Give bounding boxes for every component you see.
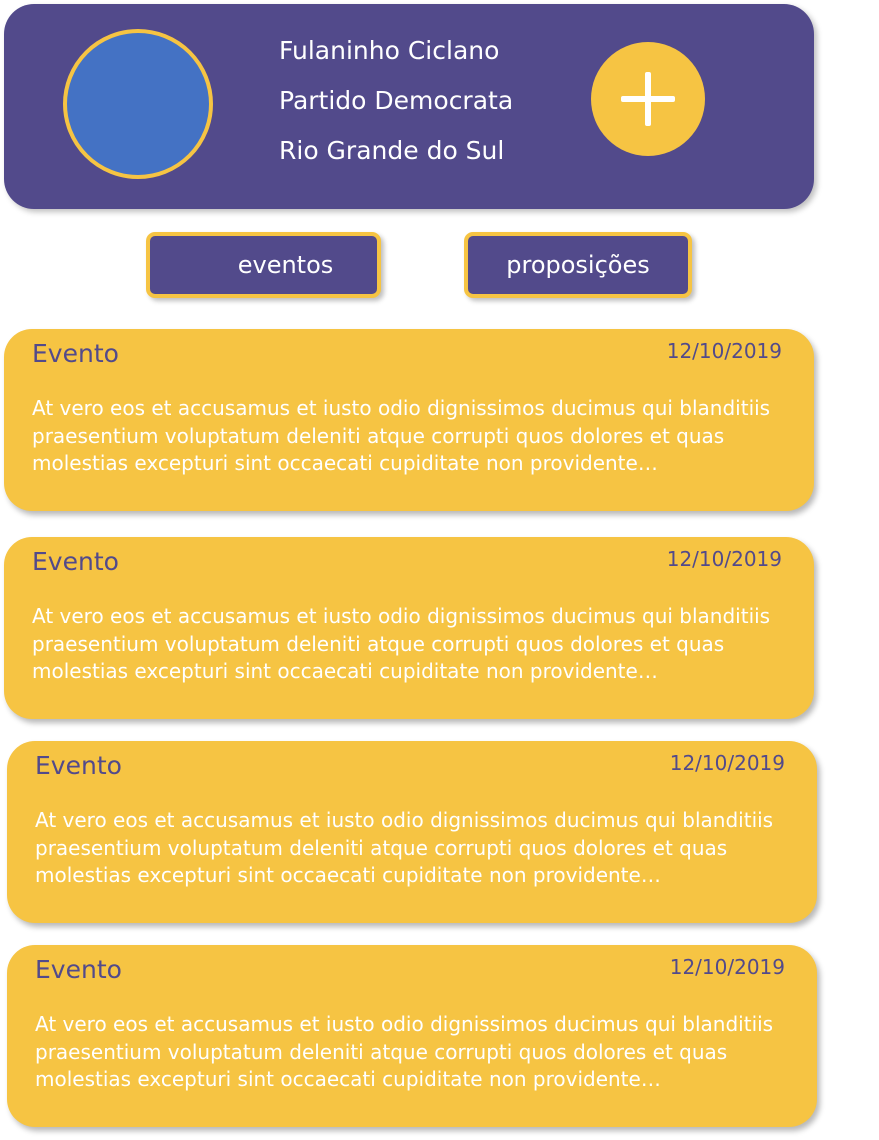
event-title: Evento: [35, 955, 122, 984]
event-card[interactable]: Evento 12/10/2019 At vero eos et accusam…: [7, 945, 817, 1127]
profile-info: Fulaninho Ciclano Partido Democrata Rio …: [279, 32, 513, 182]
profile-name: Fulaninho Ciclano: [279, 36, 500, 65]
event-date: 12/10/2019: [669, 751, 785, 775]
event-card[interactable]: Evento 12/10/2019 At vero eos et accusam…: [4, 329, 814, 511]
tab-eventos[interactable]: eventos: [146, 232, 381, 298]
add-button[interactable]: [591, 42, 705, 156]
event-description: At vero eos et accusamus et iusto odio d…: [32, 604, 771, 683]
profile-state: Rio Grande do Sul: [279, 136, 505, 165]
event-card[interactable]: Evento 12/10/2019 At vero eos et accusam…: [4, 537, 814, 719]
plus-icon: [621, 72, 675, 126]
event-date: 12/10/2019: [666, 547, 782, 571]
event-title: Evento: [32, 339, 119, 368]
event-description: At vero eos et accusamus et iusto odio d…: [32, 396, 771, 475]
tab-proposicoes-label: proposições: [506, 251, 650, 279]
profile-card: Fulaninho Ciclano Partido Democrata Rio …: [4, 4, 814, 209]
event-title: Evento: [32, 547, 119, 576]
event-title: Evento: [35, 751, 122, 780]
profile-party: Partido Democrata: [279, 86, 514, 115]
page: Fulaninho Ciclano Partido Democrata Rio …: [0, 0, 879, 1140]
event-card[interactable]: Evento 12/10/2019 At vero eos et accusam…: [7, 741, 817, 923]
tab-eventos-label: eventos: [237, 251, 334, 279]
event-date: 12/10/2019: [669, 955, 785, 979]
event-description: At vero eos et accusamus et iusto odio d…: [35, 1012, 774, 1091]
event-description: At vero eos et accusamus et iusto odio d…: [35, 808, 774, 887]
avatar[interactable]: [63, 29, 213, 179]
tab-proposicoes[interactable]: proposições: [464, 232, 692, 298]
event-date: 12/10/2019: [666, 339, 782, 363]
